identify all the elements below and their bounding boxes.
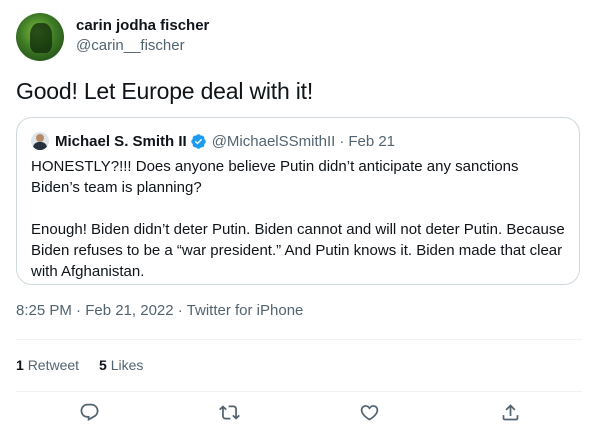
reply-button[interactable] (76, 402, 102, 428)
retweet-icon (218, 402, 240, 428)
avatar[interactable] (16, 13, 64, 61)
like-icon (359, 402, 380, 428)
share-icon (500, 402, 521, 428)
quoted-avatar-head (36, 134, 44, 142)
quoted-paragraph: HONESTLY?!!! Does anyone believe Putin d… (31, 158, 519, 196)
like-button[interactable] (356, 402, 382, 428)
divider (16, 391, 582, 392)
tweet-text: Good! Let Europe deal with it! (16, 78, 314, 104)
quoted-author-name[interactable]: Michael S. Smith II (55, 133, 187, 150)
quoted-separator: · (339, 132, 345, 150)
quoted-avatar[interactable] (31, 132, 49, 150)
author-name[interactable]: carin jodha fischer (76, 17, 209, 34)
author-handle[interactable]: @carin__fischer (76, 37, 185, 54)
avatar-image (30, 23, 52, 53)
retweet-stat[interactable]: 1 Retweet (16, 357, 79, 373)
divider (16, 339, 582, 340)
quoted-avatar-body (33, 142, 47, 150)
like-count: 5 (99, 357, 107, 373)
like-stat[interactable]: 5 Likes (99, 357, 143, 373)
quoted-paragraph: Enough! Biden didn’t deter Putin. Biden … (31, 221, 565, 280)
retweet-label: Retweet (27, 357, 80, 373)
quoted-author-handle[interactable]: @MichaelSSmithII (212, 133, 336, 150)
quoted-tweet-body: HONESTLY?!!! Does anyone believe Putin d… (31, 156, 571, 282)
quoted-date[interactable]: Feb 21 (348, 133, 395, 150)
reply-icon (79, 402, 100, 428)
retweet-button[interactable] (216, 402, 242, 428)
verified-badge-icon (190, 133, 207, 150)
like-label: Likes (110, 357, 144, 373)
tweet-card: carin jodha fischer @carin__fischer Good… (0, 0, 598, 439)
tweet-stats: 1 Retweet 5 Likes (16, 357, 163, 373)
share-button[interactable] (497, 402, 523, 428)
action-bar (0, 402, 598, 428)
quoted-tweet[interactable]: Michael S. Smith II @MichaelSSmithII · F… (16, 117, 580, 285)
retweet-count: 1 (16, 357, 24, 373)
tweet-meta[interactable]: 8:25 PM · Feb 21, 2022 · Twitter for iPh… (16, 302, 303, 319)
quoted-tweet-header: Michael S. Smith II @MichaelSSmithII · F… (31, 130, 395, 152)
